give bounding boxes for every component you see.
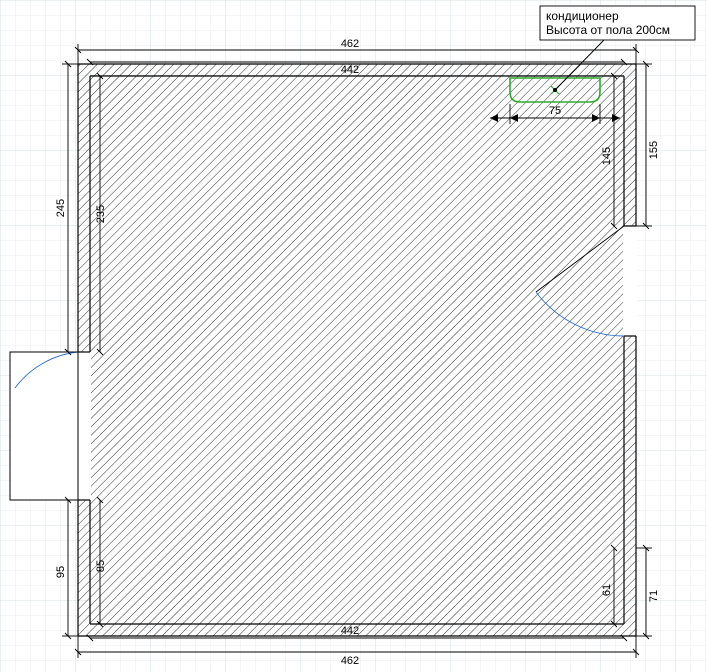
callout-line2: Высота от пола 200см [546, 23, 670, 37]
svg-text:155: 155 [648, 141, 660, 159]
svg-text:442: 442 [341, 625, 359, 637]
svg-text:235: 235 [95, 205, 107, 223]
svg-text:95: 95 [55, 566, 67, 578]
svg-text:71: 71 [648, 590, 660, 602]
callout-line1: кондиционер [546, 9, 619, 23]
svg-text:75: 75 [549, 105, 561, 117]
svg-text:245: 245 [55, 199, 67, 217]
left-door-gap [77, 352, 91, 500]
floor-plan-canvas: кондиционер Высота от пола 200см 462 442… [0, 0, 707, 672]
svg-text:462: 462 [341, 38, 359, 50]
svg-text:145: 145 [601, 147, 613, 165]
svg-text:442: 442 [341, 64, 359, 76]
left-porch [10, 352, 78, 500]
right-door-gap [623, 226, 637, 336]
svg-text:61: 61 [601, 584, 613, 596]
svg-text:462: 462 [341, 655, 359, 667]
svg-text:85: 85 [95, 560, 107, 572]
wall-hatch-fill [78, 64, 636, 636]
